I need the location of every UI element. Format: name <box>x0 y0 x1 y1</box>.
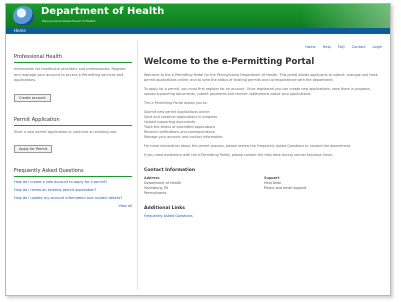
utility-links: Home Help FAQ Contact Login <box>299 45 382 49</box>
create-account-button[interactable]: Create account <box>14 93 51 102</box>
intro-paragraph: Welcome to the e-Permitting Portal for t… <box>144 73 378 82</box>
feature-list: Submit new permit applications online Sa… <box>144 110 382 140</box>
utility-link-home[interactable]: Home <box>305 45 315 49</box>
column-divider <box>137 40 138 290</box>
sidebar-section-professional: Professional Health Information for heal… <box>14 54 132 103</box>
faq-view-all-link[interactable]: View all <box>14 204 132 208</box>
contact-columns: Address Department of Health Harrisburg,… <box>144 176 382 196</box>
sidebar-text: Start a new permit application or contin… <box>14 129 118 134</box>
additional-links-heading: Additional Links <box>144 206 185 211</box>
nav-home-link[interactable]: Home <box>14 28 26 33</box>
top-nav-bar: Home <box>6 28 390 34</box>
contact-support: Support Help Desk Phone and email suppor… <box>264 176 354 196</box>
utility-link-faq[interactable]: FAQ <box>338 45 345 49</box>
list-intro: The e-Permitting Portal allows you to: <box>144 101 208 105</box>
info-paragraph: If you need assistance with the e-Permit… <box>144 153 334 157</box>
header-banner-image <box>301 4 390 28</box>
sidebar-heading: Frequently Asked Questions <box>14 168 132 177</box>
contact-heading: Contact Information <box>144 168 196 173</box>
sidebar-heading: Professional Health <box>14 54 132 63</box>
sidebar-section-permit: Permit Application Start a new permit ap… <box>14 117 132 155</box>
utility-link-contact[interactable]: Contact <box>352 45 366 49</box>
apply-permit-button[interactable]: Apply for Permit <box>14 145 53 153</box>
faq-link[interactable]: How do I renew an existing permit applic… <box>14 188 132 193</box>
sidebar-heading: Permit Application <box>14 117 132 126</box>
browser-window: Department of Health Pennsylvania Depart… <box>5 3 391 296</box>
additional-faq-link[interactable]: Frequently Asked Questions <box>144 214 382 218</box>
faq-link[interactable]: How do I create a new account to apply f… <box>14 180 132 185</box>
info-paragraph: For more information about the permit pr… <box>144 144 352 148</box>
sidebar-section-faq: Frequently Asked Questions How do I crea… <box>14 168 132 208</box>
sidebar: Professional Health Information for heal… <box>14 40 132 214</box>
list-item: Manage your account and contact informat… <box>144 135 223 139</box>
intro-paragraph: To apply for a permit, you must first re… <box>144 87 371 96</box>
contact-address: Address Department of Health Harrisburg,… <box>144 176 234 196</box>
site-header: Department of Health Pennsylvania Depart… <box>6 4 390 28</box>
page-title: Welcome to the e-Permitting Portal <box>144 57 315 67</box>
main-content: Welcome to the e-Permitting Portal Welco… <box>144 57 382 218</box>
utility-link-login[interactable]: Login <box>373 45 382 49</box>
sidebar-text: Information for healthcare providers and… <box>14 67 126 82</box>
site-brand[interactable]: Department of Health <box>41 6 164 17</box>
address-line: Pennsylvania <box>144 191 167 195</box>
faq-link[interactable]: How do I update my account information a… <box>14 196 132 201</box>
support-line: Phone and email support <box>264 186 307 190</box>
department-seal-icon <box>13 6 34 26</box>
utility-link-help[interactable]: Help <box>323 45 331 49</box>
faq-list: How do I create a new account to apply f… <box>14 180 132 201</box>
site-brand-subtitle: Pennsylvania Department of Health <box>42 19 96 23</box>
